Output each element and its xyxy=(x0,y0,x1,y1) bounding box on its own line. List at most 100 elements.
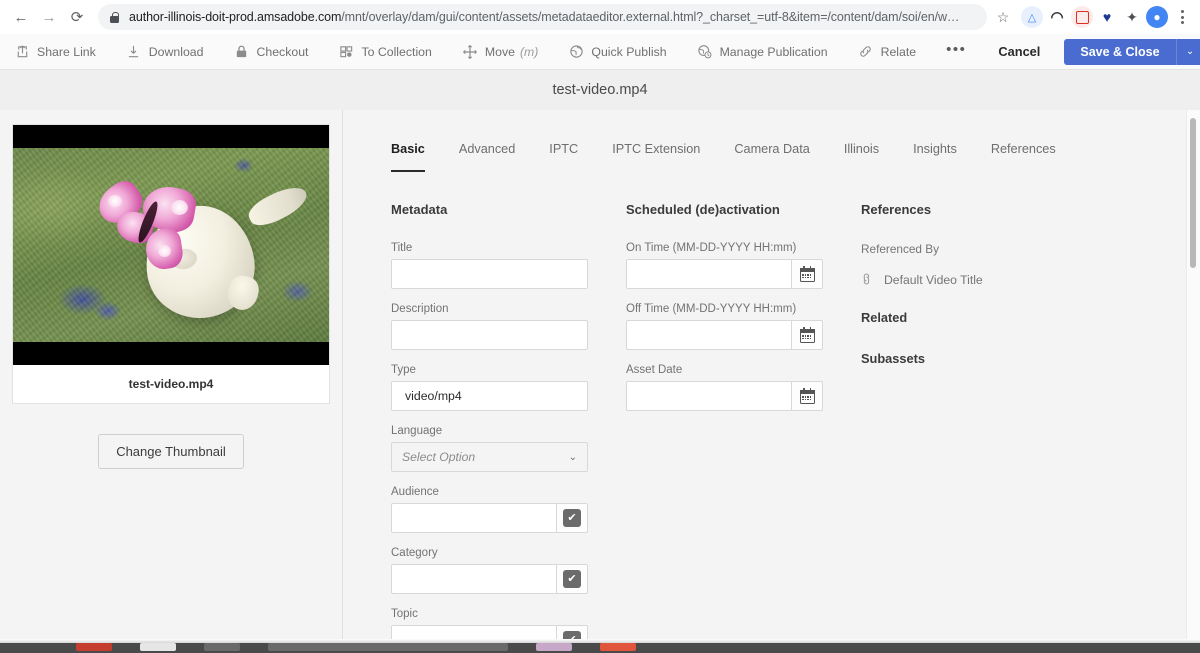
move-label: Move xyxy=(484,44,515,59)
more-actions-button[interactable]: ••• xyxy=(946,41,966,62)
page-title: test-video.mp4 xyxy=(552,82,648,98)
quick-publish-label: Quick Publish xyxy=(591,44,667,59)
lock-icon xyxy=(234,44,250,60)
forward-arrow-icon[interactable]: → xyxy=(36,4,62,30)
field-type: Type video/mp4 xyxy=(391,364,626,411)
checkbox-icon: ✔ xyxy=(563,509,581,527)
vertical-scrollbar[interactable] xyxy=(1190,118,1196,268)
adobe-extension-icon[interactable]: △ xyxy=(1021,6,1043,28)
url-path: /mnt/overlay/dam/gui/content/assets/meta… xyxy=(341,10,960,24)
topic-label: Topic xyxy=(391,608,418,620)
thumbnail-card[interactable]: test-video.mp4 xyxy=(12,124,330,404)
checkout-label: Checkout xyxy=(256,44,309,59)
audience-input[interactable] xyxy=(391,503,556,533)
url-domain: author-illinois-doit-prod.amsadobe.com xyxy=(129,10,342,24)
language-placeholder: Select Option xyxy=(402,450,476,464)
link-icon xyxy=(857,270,878,291)
chevron-down-icon[interactable]: ⌄ xyxy=(1175,38,1200,65)
category-row: ✔ xyxy=(391,564,626,594)
tab-camera-data[interactable]: Camera Data xyxy=(734,142,809,164)
address-bar[interactable]: author-illinois-doit-prod.amsadobe.com/m… xyxy=(98,4,987,30)
clock-extension-icon[interactable]: ◠ xyxy=(1046,6,1068,28)
asset-title-bar: test-video.mp4 xyxy=(0,70,1200,110)
bookmark-star-icon[interactable]: ☆ xyxy=(991,5,1015,29)
relate-button[interactable]: Relate xyxy=(858,44,931,60)
off-time-label: Off Time (MM-DD-YYYY HH:mm) xyxy=(626,303,797,315)
title-input[interactable] xyxy=(391,259,588,289)
manage-publication-button[interactable]: Manage Publication xyxy=(697,44,842,60)
off-time-input[interactable] xyxy=(626,320,791,350)
calendar-icon xyxy=(799,265,815,282)
kebab-menu-icon[interactable] xyxy=(1172,6,1192,28)
taskbar-icon[interactable] xyxy=(600,643,636,651)
share-link-label: Share Link xyxy=(37,44,96,59)
lock-icon xyxy=(108,11,120,23)
description-label: Description xyxy=(391,303,449,315)
related-heading: Related xyxy=(861,310,908,325)
download-button[interactable]: Download xyxy=(126,44,218,60)
audience-row: ✔ xyxy=(391,503,626,533)
checkout-button[interactable]: Checkout xyxy=(234,44,323,60)
taskbar-icon[interactable] xyxy=(536,643,572,651)
taskbar-icon[interactable] xyxy=(76,643,112,651)
field-language: Language Select Option ⌄ xyxy=(391,425,626,472)
metadata-form-panel: Basic Advanced IPTC IPTC Extension Camer… xyxy=(343,110,1200,653)
taskbar-icon[interactable] xyxy=(204,643,240,651)
description-input[interactable] xyxy=(391,320,588,350)
video-frame-image xyxy=(13,148,329,342)
audience-label: Audience xyxy=(391,486,439,498)
list-item[interactable]: Default Video Title xyxy=(861,272,1081,288)
on-time-calendar-button[interactable] xyxy=(791,259,823,289)
tab-references[interactable]: References xyxy=(991,142,1056,164)
cancel-button[interactable]: Cancel xyxy=(982,44,1056,59)
metadata-heading: Metadata xyxy=(391,202,448,217)
asset-preview-panel: test-video.mp4 Change Thumbnail xyxy=(0,110,343,653)
on-time-row xyxy=(626,259,861,289)
category-picker-button[interactable]: ✔ xyxy=(556,564,588,594)
category-input[interactable] xyxy=(391,564,556,594)
to-collection-icon xyxy=(338,44,354,60)
tab-iptc[interactable]: IPTC xyxy=(549,142,578,164)
checkbox-icon: ✔ xyxy=(563,570,581,588)
tab-iptc-extension[interactable]: IPTC Extension xyxy=(612,142,700,164)
scheduled-column: Scheduled (de)activation On Time (MM-DD-… xyxy=(626,202,861,653)
taskbar-icon[interactable] xyxy=(140,643,176,651)
asset-date-input[interactable] xyxy=(626,381,791,411)
on-time-input[interactable] xyxy=(626,259,791,289)
os-taskbar xyxy=(0,643,1200,653)
move-button[interactable]: Move (m) xyxy=(462,44,553,60)
relate-link-icon xyxy=(858,44,874,60)
save-close-button[interactable]: Save & Close xyxy=(1064,38,1176,65)
quick-publish-icon xyxy=(568,44,584,60)
tab-basic[interactable]: Basic xyxy=(391,142,425,172)
heart-extension-icon[interactable]: ♥ xyxy=(1096,6,1118,28)
quick-publish-button[interactable]: Quick Publish xyxy=(568,44,680,60)
profile-avatar-icon[interactable]: ● xyxy=(1146,6,1168,28)
butterfly-spot xyxy=(107,194,122,207)
change-thumbnail-button[interactable]: Change Thumbnail xyxy=(98,434,244,469)
tab-insights[interactable]: Insights xyxy=(913,142,957,164)
audience-picker-button[interactable]: ✔ xyxy=(556,503,588,533)
to-collection-button[interactable]: To Collection xyxy=(338,44,445,60)
to-collection-label: To Collection xyxy=(361,44,432,59)
tab-illinois[interactable]: Illinois xyxy=(844,142,879,164)
tab-advanced[interactable]: Advanced xyxy=(459,142,515,164)
language-label: Language xyxy=(391,425,443,437)
screenshot-extension-icon[interactable] xyxy=(1071,6,1093,28)
puzzle-extensions-icon[interactable]: ✦ xyxy=(1121,6,1143,28)
share-icon xyxy=(14,44,30,60)
metadata-column: Metadata Title Description Type video/mp… xyxy=(391,202,626,653)
off-time-calendar-button[interactable] xyxy=(791,320,823,350)
field-category: Category ✔ xyxy=(391,547,626,594)
type-input[interactable]: video/mp4 xyxy=(391,381,588,411)
back-arrow-icon[interactable]: ← xyxy=(8,4,34,30)
language-select[interactable]: Select Option ⌄ xyxy=(391,442,588,472)
asset-action-toolbar: Share Link Download Checkout To Collecti… xyxy=(0,34,1200,70)
taskbar-icon[interactable] xyxy=(268,643,508,651)
move-icon xyxy=(462,44,478,60)
reload-icon[interactable]: ⟳ xyxy=(64,4,90,30)
references-column: References Referenced By Default Video T… xyxy=(861,202,1081,653)
asset-date-calendar-button[interactable] xyxy=(791,381,823,411)
move-shortcut-hint: (m) xyxy=(519,44,539,59)
share-link-button[interactable]: Share Link xyxy=(14,44,110,60)
